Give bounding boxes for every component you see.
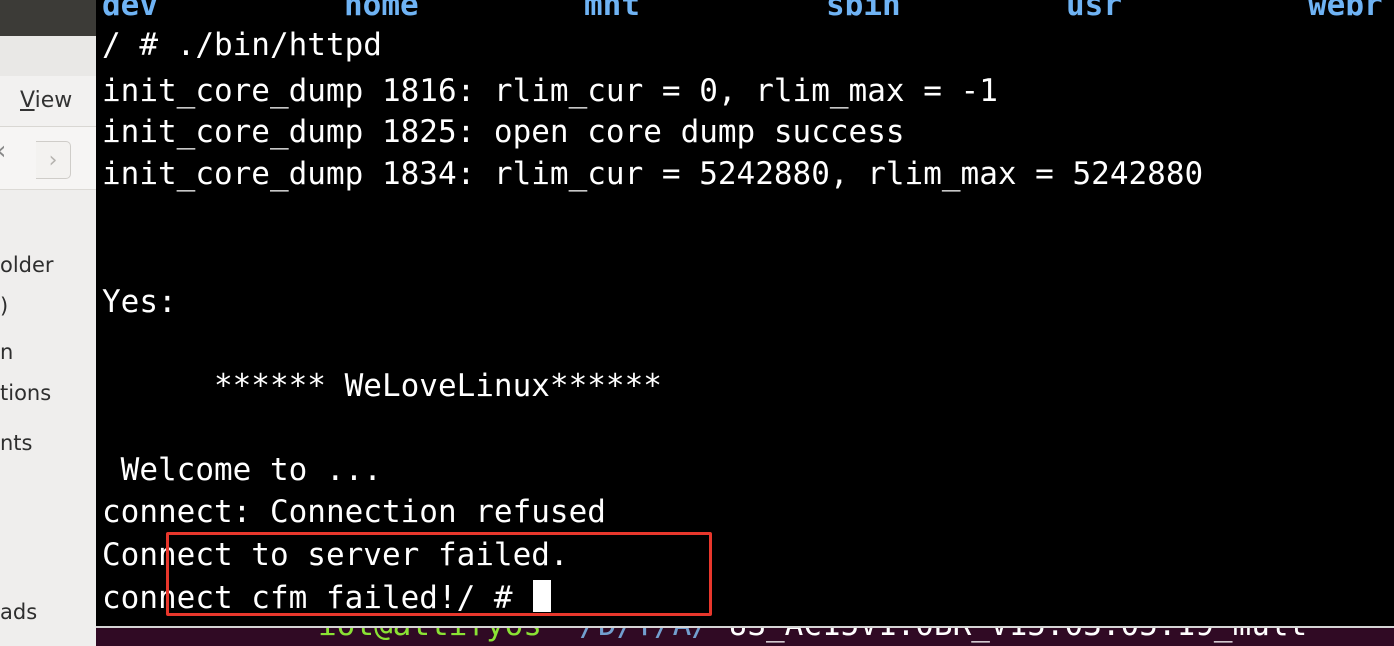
terminal-window[interactable]: dev home mnt sbin usr webr / # ./bin/htt…: [96, 0, 1394, 626]
dir-entry: webr: [1308, 0, 1383, 23]
directory-listing: dev home mnt sbin usr webr: [96, 0, 1394, 24]
dir-entry: usr: [1066, 0, 1122, 23]
menu-view-rest: iew: [34, 88, 73, 113]
chevron-right-icon: ›: [48, 147, 58, 173]
terminal-line: Yes:: [102, 284, 177, 320]
sidebar-item-3[interactable]: n: [0, 340, 92, 364]
background-terminal[interactable]: iot@attifyos ~/D/T/A/ US_AC15V1.0BR_V15.…: [96, 626, 1394, 646]
terminal-line: Welcome to ...: [102, 452, 382, 488]
forward-button[interactable]: ›: [36, 141, 71, 179]
prompt-path: ~/D/T/A/: [542, 628, 710, 643]
sidebar-item-2[interactable]: ): [0, 294, 92, 318]
dir-entry: dev: [102, 0, 158, 23]
terminal-line: / # ./bin/httpd: [102, 27, 382, 63]
file-manager-titlebar: [0, 0, 96, 76]
back-icon[interactable]: ‹: [0, 136, 6, 166]
terminal-line: init_core_dump 1825: open core dump succ…: [102, 114, 905, 150]
terminal-banner: ****** WeLoveLinux******: [102, 368, 662, 404]
terminal-line: connect: Connection refused: [102, 494, 606, 530]
sidebar-item-folder[interactable]: older: [0, 253, 92, 277]
prompt-rest: US_AC15V1.0BR_V15.03.05.19_mult: [710, 628, 1308, 643]
file-manager-window: View ‹ › older ) n tions nts ads: [0, 0, 96, 646]
dir-entry: mnt: [584, 0, 640, 23]
prompt-user: iot@attifyos: [318, 628, 542, 643]
dir-entry: sbin: [826, 0, 901, 23]
background-terminal-prompt: iot@attifyos ~/D/T/A/ US_AC15V1.0BR_V15.…: [318, 628, 1308, 644]
menu-view-mnemonic: V: [20, 88, 35, 113]
menu-view[interactable]: View: [20, 88, 72, 113]
sidebar-item-locations[interactable]: tions: [0, 381, 92, 405]
error-highlight-box: [166, 532, 712, 616]
sidebar-item-downloads[interactable]: ads: [0, 600, 92, 624]
terminal-line: init_core_dump 1816: rlim_cur = 0, rlim_…: [102, 73, 998, 109]
dir-entry: home: [344, 0, 419, 23]
sidebar-item-documents[interactable]: nts: [0, 431, 92, 455]
terminal-line: init_core_dump 1834: rlim_cur = 5242880,…: [102, 156, 1204, 192]
